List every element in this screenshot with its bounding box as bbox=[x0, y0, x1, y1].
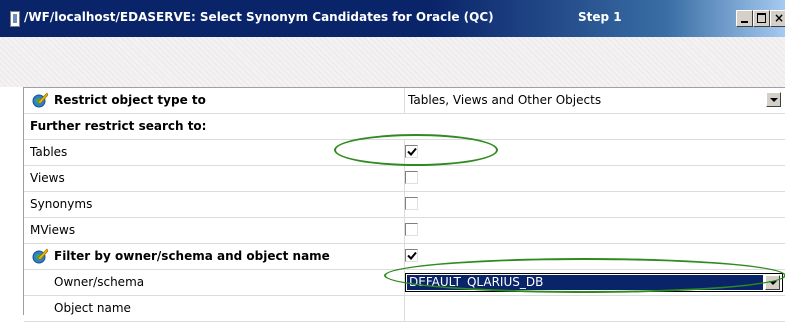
step-label: Step 1 bbox=[578, 10, 622, 24]
maximize-button[interactable] bbox=[753, 10, 770, 27]
filter-label: Filter by owner/schema and object name bbox=[54, 249, 330, 263]
globe-icon bbox=[32, 92, 48, 108]
object-name-label: Object name bbox=[54, 301, 131, 315]
views-checkbox[interactable] bbox=[405, 171, 418, 184]
mviews-checkbox[interactable] bbox=[405, 223, 418, 236]
owner-schema-label: Owner/schema bbox=[54, 275, 145, 289]
restrict-label: Restrict object type to bbox=[54, 93, 206, 107]
close-button[interactable]: × bbox=[770, 10, 785, 27]
views-label: Views bbox=[30, 171, 65, 185]
property-grid: Restrict object type to Tables, Views an… bbox=[23, 87, 785, 322]
further-restrict-label: Further restrict search to: bbox=[30, 119, 207, 133]
toolbar-area bbox=[0, 37, 785, 87]
window-title: /WF/localhost/EDASERVE: Select Synonym C… bbox=[24, 10, 494, 24]
window-icon bbox=[10, 11, 20, 27]
owner-schema-select[interactable]: DEFAULT_QLARIUS_DB bbox=[405, 273, 783, 292]
row-restrict-type: Restrict object type to Tables, Views an… bbox=[24, 88, 785, 114]
filter-checkbox[interactable] bbox=[405, 249, 418, 262]
object-type-value: Tables, Views and Other Objects bbox=[408, 93, 602, 107]
synonyms-checkbox[interactable] bbox=[405, 197, 418, 210]
row-owner-schema: Owner/schema DEFAULT_QLARIUS_DB bbox=[24, 270, 785, 296]
dropdown-arrow-icon[interactable] bbox=[766, 92, 781, 107]
row-filter: Filter by owner/schema and object name bbox=[24, 244, 785, 270]
globe-icon bbox=[32, 248, 48, 264]
object-type-select[interactable]: Tables, Views and Other Objects bbox=[405, 91, 783, 110]
row-further-restrict: Further restrict search to: bbox=[24, 114, 785, 140]
row-tables: Tables bbox=[24, 140, 785, 166]
synonyms-label: Synonyms bbox=[30, 197, 93, 211]
row-synonyms: Synonyms bbox=[24, 192, 785, 218]
minimize-button[interactable] bbox=[736, 10, 753, 27]
close-icon: × bbox=[774, 11, 785, 25]
check-icon bbox=[407, 147, 417, 156]
row-views: Views bbox=[24, 166, 785, 192]
tables-checkbox[interactable] bbox=[405, 145, 418, 158]
row-mviews: MViews bbox=[24, 218, 785, 244]
check-icon bbox=[407, 251, 417, 260]
row-object-name: Object name bbox=[24, 296, 785, 322]
owner-schema-value: DEFAULT_QLARIUS_DB bbox=[407, 275, 763, 290]
mviews-label: MViews bbox=[30, 223, 76, 237]
dropdown-arrow-icon[interactable] bbox=[765, 275, 780, 290]
title-bar: /WF/localhost/EDASERVE: Select Synonym C… bbox=[0, 0, 785, 37]
tables-label: Tables bbox=[30, 145, 68, 159]
